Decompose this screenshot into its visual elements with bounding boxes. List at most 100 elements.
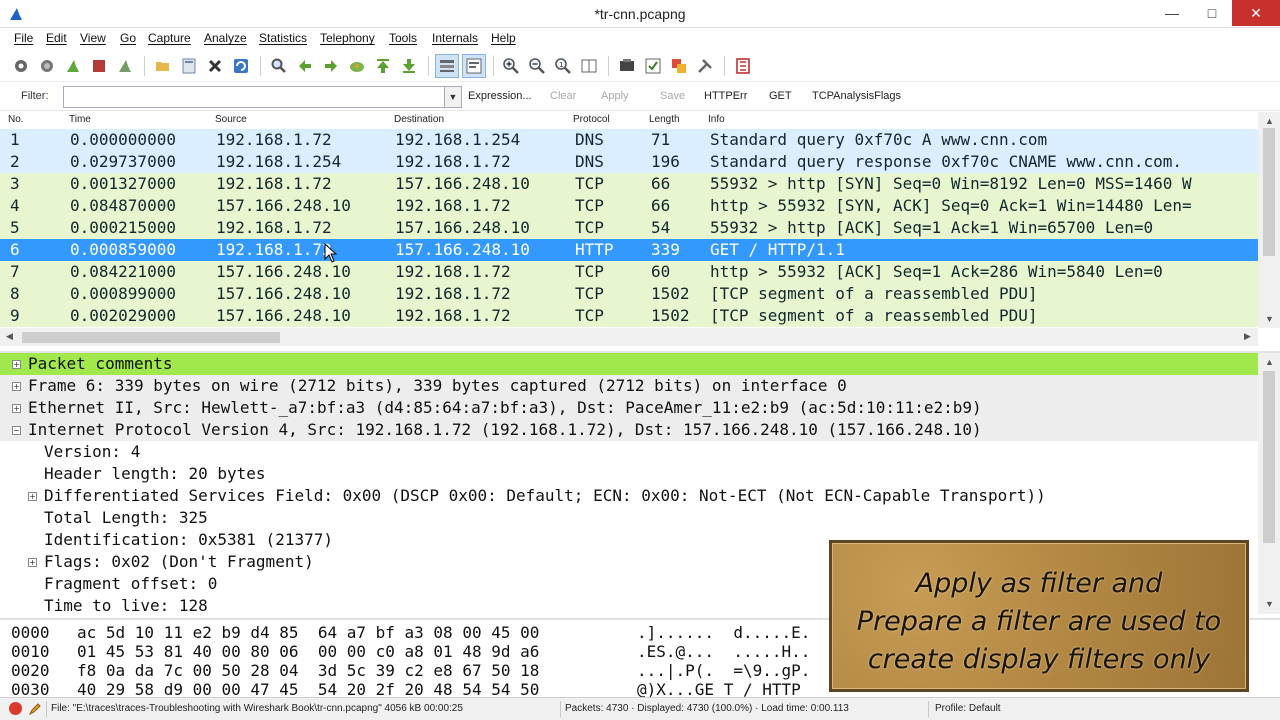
menu-tools[interactable]: Tools (389, 31, 417, 45)
packet-row[interactable]: 3 0.001327000 192.168.1.72 157.166.248.10 TC… (0, 173, 1258, 195)
menu-file[interactable]: File (14, 31, 33, 45)
capture-filters-icon[interactable] (618, 57, 636, 75)
expand-icon[interactable]: + (12, 404, 21, 413)
go-last-packet-icon[interactable] (400, 57, 418, 75)
interfaces-icon[interactable] (12, 57, 30, 75)
maximize-button[interactable]: □ (1190, 0, 1234, 26)
menu-statistics[interactable]: Statistics (259, 31, 307, 45)
start-capture-icon[interactable] (64, 57, 82, 75)
close-button[interactable]: ✕ (1232, 0, 1280, 26)
menu-analyze[interactable]: Analyze (204, 31, 247, 45)
menu-capture[interactable]: Capture (148, 31, 191, 45)
auto-scroll-toggle[interactable] (462, 54, 486, 78)
collapse-icon[interactable]: − (12, 426, 21, 435)
menu-view[interactable]: View (80, 31, 106, 45)
coloring-rules-icon[interactable] (670, 57, 688, 75)
expert-info-icon[interactable] (9, 702, 22, 715)
open-file-icon[interactable] (154, 57, 172, 75)
expand-icon[interactable]: + (12, 360, 21, 369)
find-packet-icon[interactable] (270, 57, 288, 75)
filter-dropdown-button[interactable]: ▼ (445, 86, 462, 108)
detail-tree-item[interactable]: Version: 4 (0, 441, 1258, 463)
menu-telephony[interactable]: Telephony (320, 31, 375, 45)
apply-button[interactable]: Apply (601, 90, 629, 102)
scroll-up-icon[interactable]: ▲ (1265, 357, 1274, 367)
scroll-up-icon[interactable]: ▲ (1265, 116, 1274, 126)
go-forward-icon[interactable] (322, 57, 340, 75)
menu-edit[interactable]: Edit (46, 31, 67, 45)
detail-tree-item[interactable]: Total Length: 325 (0, 507, 1258, 529)
menu-help[interactable]: Help (491, 31, 516, 45)
detail-tree-item[interactable]: + Packet comments (0, 353, 1258, 375)
packet-row[interactable]: 6 0.000859000 192.168.1.72 157.166.248.10 HT… (0, 239, 1258, 261)
detail-tree-item[interactable]: + Frame 6: 339 bytes on wire (2712 bits),… (0, 375, 1258, 397)
filter-button-httperr[interactable]: HTTPErr (704, 90, 747, 102)
column-header-info[interactable]: Info (708, 114, 725, 125)
packet-info: Standard query response 0xf70c CNAME www… (710, 152, 1183, 171)
filter-button-get[interactable]: GET (769, 90, 792, 102)
packet-info: http > 55932 [ACK] Seq=1 Ack=286 Win=584… (710, 262, 1163, 281)
display-filters-icon[interactable] (644, 57, 662, 75)
go-first-packet-icon[interactable] (374, 57, 392, 75)
column-header-time[interactable]: Time (69, 114, 91, 125)
display-filter-input[interactable] (63, 86, 445, 108)
minimize-button[interactable]: — (1150, 0, 1194, 26)
close-file-icon[interactable] (206, 57, 224, 75)
capture-comment-icon[interactable] (28, 702, 42, 716)
expand-icon[interactable]: + (28, 492, 37, 501)
column-header-destination[interactable]: Destination (394, 114, 444, 125)
stop-capture-icon[interactable] (90, 57, 108, 75)
capture-options-icon[interactable] (38, 57, 56, 75)
expression-button[interactable]: Expression... (468, 90, 532, 102)
column-header-no[interactable]: No. (8, 114, 24, 125)
detail-tree-item[interactable]: + Ethernet II, Src: Hewlett-_a7:bf:a3 (d4… (0, 397, 1258, 419)
packet-protocol: TCP (575, 262, 604, 281)
packet-list-pane: No. Time Source Destination Protocol Len… (0, 112, 1280, 348)
zoom-out-icon[interactable] (528, 57, 546, 75)
save-button[interactable]: Save (660, 90, 685, 102)
expand-icon[interactable]: + (12, 382, 21, 391)
zoom-in-icon[interactable] (502, 57, 520, 75)
normal-size-icon[interactable]: 1 (554, 57, 572, 75)
details-vscrollbar[interactable]: ▲ ▼ (1258, 353, 1280, 614)
restart-capture-icon[interactable] (116, 57, 134, 75)
column-header-protocol[interactable]: Protocol (573, 114, 610, 125)
column-header-source[interactable]: Source (215, 114, 247, 125)
help-icon[interactable] (734, 57, 752, 75)
save-file-icon[interactable] (180, 57, 198, 75)
detail-tree-item[interactable]: − Internet Protocol Version 4, Src: 192.1… (0, 419, 1258, 441)
menu-go[interactable]: Go (120, 31, 136, 45)
go-to-packet-icon[interactable] (348, 57, 366, 75)
details-vscroll-thumb[interactable] (1263, 371, 1275, 543)
scroll-down-icon[interactable]: ▼ (1265, 314, 1274, 324)
preferences-icon[interactable] (696, 57, 714, 75)
packet-destination: 192.168.1.72 (395, 196, 511, 215)
scroll-right-icon[interactable]: ▶ (1244, 331, 1251, 342)
filter-button-tcpanalysisflags[interactable]: TCPAnalysisFlags (812, 90, 901, 102)
packet-row[interactable]: 7 0.084221000 157.166.248.10 192.168.1.72 TC… (0, 261, 1258, 283)
packet-row[interactable]: 5 0.000215000 192.168.1.72 157.166.248.10 TC… (0, 217, 1258, 239)
colorize-toggle[interactable] (435, 54, 459, 78)
packet-row[interactable]: 9 0.002029000 157.166.248.10 192.168.1.72 TC… (0, 305, 1258, 327)
resize-columns-icon[interactable] (580, 57, 598, 75)
expand-icon[interactable]: + (28, 558, 37, 567)
packet-list-hscrollbar[interactable]: ◀ ▶ (0, 328, 1258, 346)
scroll-left-icon[interactable]: ◀ (6, 331, 13, 342)
detail-tree-item[interactable]: + Differentiated Services Field: 0x00 (DS… (0, 485, 1258, 507)
status-profile[interactable]: Profile: Default (935, 703, 1001, 714)
column-header-length[interactable]: Length (649, 114, 680, 125)
clear-button[interactable]: Clear (550, 90, 576, 102)
reload-icon[interactable] (232, 57, 250, 75)
menu-internals[interactable]: Internals (432, 31, 478, 45)
scroll-down-icon[interactable]: ▼ (1265, 599, 1274, 609)
packet-protocol: TCP (575, 196, 604, 215)
packet-list-vscrollbar[interactable]: ▲ ▼ (1258, 112, 1280, 328)
packet-list-vscroll-thumb[interactable] (1263, 128, 1275, 256)
packet-row[interactable]: 1 0.000000000 192.168.1.72 192.168.1.254 DNS… (0, 129, 1258, 151)
detail-tree-item[interactable]: Header length: 20 bytes (0, 463, 1258, 485)
packet-list-hscroll-thumb[interactable] (22, 332, 280, 343)
packet-row[interactable]: 4 0.084870000 157.166.248.10 192.168.1.72 TC… (0, 195, 1258, 217)
packet-row[interactable]: 8 0.000899000 157.166.248.10 192.168.1.72 TC… (0, 283, 1258, 305)
go-back-icon[interactable] (296, 57, 314, 75)
packet-row[interactable]: 2 0.029737000 192.168.1.254 192.168.1.72 DNS… (0, 151, 1258, 173)
